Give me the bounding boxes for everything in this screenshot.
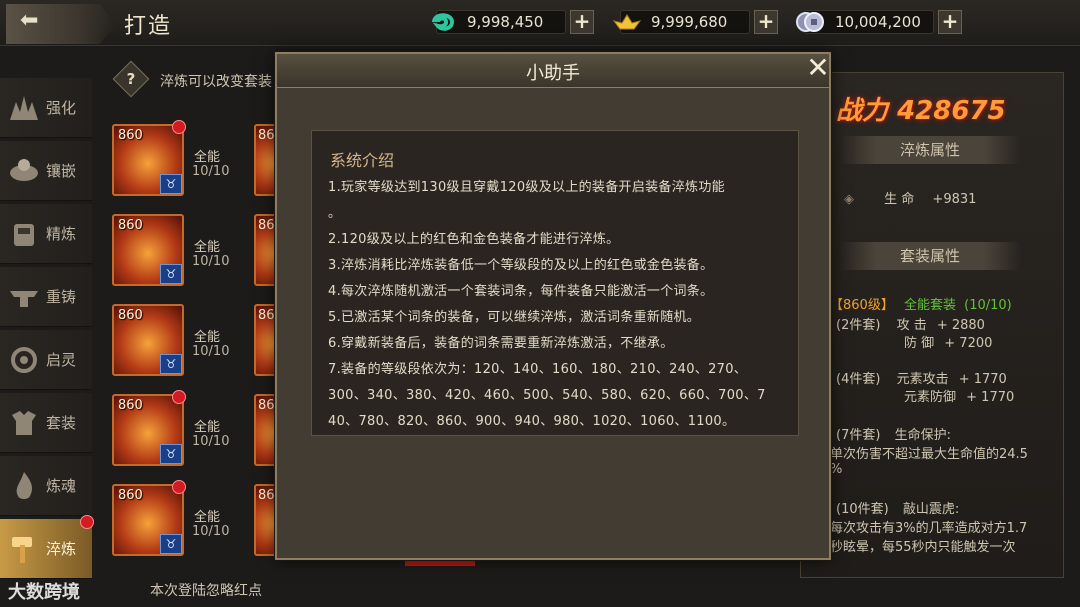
equipment-red-dot [172, 390, 186, 404]
combat-power-value: 428675 [897, 96, 1006, 126]
spirit-icon [11, 346, 37, 373]
intro-line: 2.120级及以上的红色和金色装备才能进行淬炼。 [328, 232, 620, 247]
intro-line: 300、340、380、420、460、500、540、580、620、660、… [328, 388, 766, 403]
temper-button-peek[interactable] [405, 560, 475, 566]
sidebar-item-temper[interactable]: 淬炼 [0, 515, 94, 579]
intro-line: 7.装备的等级段依次为：120、140、160、180、210、240、270、 [328, 362, 748, 377]
intro-line: 40、780、820、860、900、940、980、1020、1060、110… [328, 414, 736, 429]
intro-line: 。 [328, 206, 342, 221]
add-silver-button[interactable]: + [938, 10, 962, 34]
suit-header-row: 【860级】 全能套装 (10/10) [830, 298, 1012, 313]
deer-badge-icon: ♉ [160, 264, 182, 284]
temper-attr-title: 淬炼属性 [840, 136, 1020, 164]
gold-ingot-icon [612, 14, 642, 30]
intro-line: 4.每次淬炼随机激活一个套装词条，每件装备只能激活一个词条。 [328, 284, 714, 299]
intro-line: 6.穿戴新装备后，装备的词条需要重新淬炼激活，不继承。 [328, 336, 674, 351]
currency-gold: 9,999,680 + [612, 8, 778, 36]
temper-red-dot [80, 515, 94, 529]
equipment-frame-peek[interactable]: 86 [254, 394, 276, 466]
equipment-item[interactable]: 860 ♉ 全能 10/10 86 [112, 390, 277, 472]
hint-bar: ? 淬炼可以改变套装 [110, 60, 280, 98]
intro-line: 1.玩家等级达到130级且穿戴120级及以上的装备开启装备淬炼功能 [328, 180, 725, 195]
equipment-item[interactable]: 860 ♉ 全能 10/10 86 [112, 120, 277, 202]
sidebar: 强化 镶嵌 精炼 重铸 启灵 套装 炼魂 淬炼 [0, 78, 94, 584]
temper-attr-row: ◈ 生 命 +9831 [844, 192, 977, 207]
temper-hammer-icon [12, 536, 32, 563]
sidebar-item-suit[interactable]: 套装 [0, 393, 92, 453]
intro-line: 3.淬炼消耗比淬炼装备低一个等级段的及以上的红色或金色装备。 [328, 258, 714, 273]
suit-attr-title: 套装属性 [840, 242, 1020, 270]
currency-jade: 9,998,450 + [428, 8, 594, 36]
intro-lines: 1.玩家等级达到130级且穿戴120级及以上的装备开启装备淬炼功能 。 2.12… [328, 175, 790, 435]
equipment-red-dot [172, 480, 186, 494]
soul-flame-icon [16, 471, 32, 499]
set10-desc-2: 秒眩晕，每55秒内只能触发一次 [830, 540, 1016, 555]
deer-badge-icon: ♉ [160, 444, 182, 464]
set7-desc-1: 单次伤害不超过最大生命值的24.5 [830, 447, 1028, 462]
deer-badge-icon: ♉ [160, 174, 182, 194]
combat-power: 战力 428675 [836, 96, 1006, 126]
sidebar-item-strengthen[interactable]: 强化 [0, 78, 92, 138]
strengthen-icon [10, 95, 38, 120]
dialog-title: 小助手 [526, 63, 580, 84]
deer-badge-icon: ♉ [160, 534, 182, 554]
set4-row-1: (4件套) 元素攻击 + 1770 [836, 372, 1007, 387]
equipment-frame: 860 ♉ [112, 214, 184, 286]
refine-icon [14, 223, 34, 246]
diamond-bullet-icon: ◈ [844, 192, 854, 207]
equipment-frame: 860 ♉ [112, 394, 184, 466]
suit-icon [12, 410, 36, 435]
sidebar-item-recast[interactable]: 重铸 [0, 267, 92, 327]
equipment-frame: 860 ♉ [112, 484, 184, 556]
add-gold-button[interactable]: + [754, 10, 778, 34]
equipment-item[interactable]: 860 ♉ 全能 10/10 86 [112, 304, 277, 382]
set10-row: (10件套) 敲山震虎: [836, 502, 960, 517]
sidebar-item-refine[interactable]: 精炼 [0, 204, 92, 264]
set4-row-2: 元素防御 + 1770 [904, 390, 1015, 405]
equipment-frame-peek[interactable]: 86 [254, 304, 276, 376]
sidebar-item-inlay[interactable]: 镶嵌 [0, 141, 92, 201]
equipment-frame-peek[interactable]: 86 [254, 214, 276, 286]
dialog-header: 小助手 [277, 54, 829, 88]
inlay-icon [10, 158, 38, 181]
set2-row-1: (2件套) 攻 击 + 2880 [836, 318, 985, 333]
intro-line: 5.已激活某个词条的装备，可以继续淬炼，激活词条重新随机。 [328, 310, 701, 325]
set7-row: (7件套) 生命保护: [836, 428, 951, 443]
back-arrow-icon: ⬅ [20, 8, 39, 33]
page-title: 打造 [124, 14, 173, 39]
sidebar-item-spirit[interactable]: 启灵 [0, 330, 92, 390]
section-title: 系统介绍 [330, 151, 395, 170]
silver-coin-icon [796, 12, 824, 32]
currency-silver: 10,004,200 + [796, 8, 962, 36]
dialog-content: 系统介绍 1.玩家等级达到130级且穿戴120级及以上的装备开启装备淬炼功能 。… [311, 130, 799, 436]
equipment-frame-peek[interactable]: 86 [254, 484, 276, 556]
sidebar-item-soul[interactable]: 炼魂 [0, 456, 92, 516]
add-jade-button[interactable]: + [570, 10, 594, 34]
jade-icon [432, 13, 455, 31]
question-icon[interactable]: ? [112, 60, 150, 98]
ignore-red-dot-checkbox-label[interactable]: 本次登陆忽略红点 [150, 580, 262, 600]
close-icon[interactable]: ✕ [803, 54, 833, 84]
watermark-logo: 大数跨境 [8, 582, 80, 603]
equipment-item[interactable]: 860 ♉ 全能 10/10 86 [112, 214, 277, 292]
recast-icon [10, 290, 38, 307]
equipment-frame: 860 ♉ [112, 304, 184, 376]
top-bar: ⬅ 打造 9,998,450 + 9,999,680 + 10,004,200 … [0, 0, 1080, 46]
deer-badge-icon: ♉ [160, 354, 182, 374]
equipment-red-dot [172, 120, 186, 134]
equipment-frame-peek[interactable]: 86 [254, 124, 276, 196]
helper-dialog: 小助手 ✕ 系统介绍 1.玩家等级达到130级且穿戴120级及以上的装备开启装备… [275, 52, 831, 560]
set7-desc-2: % [830, 462, 843, 477]
back-button[interactable]: ⬅ [6, 4, 116, 44]
equipment-frame: 860 ♉ [112, 124, 184, 196]
hint-text: 淬炼可以改变套装 [160, 74, 272, 90]
equipment-item[interactable]: 860 ♉ 全能 10/10 86 [112, 480, 277, 562]
set10-desc-1: 每次攻击有3%的几率造成对方1.7 [830, 521, 1028, 536]
set2-row-2: 防 御 + 7200 [904, 336, 993, 351]
